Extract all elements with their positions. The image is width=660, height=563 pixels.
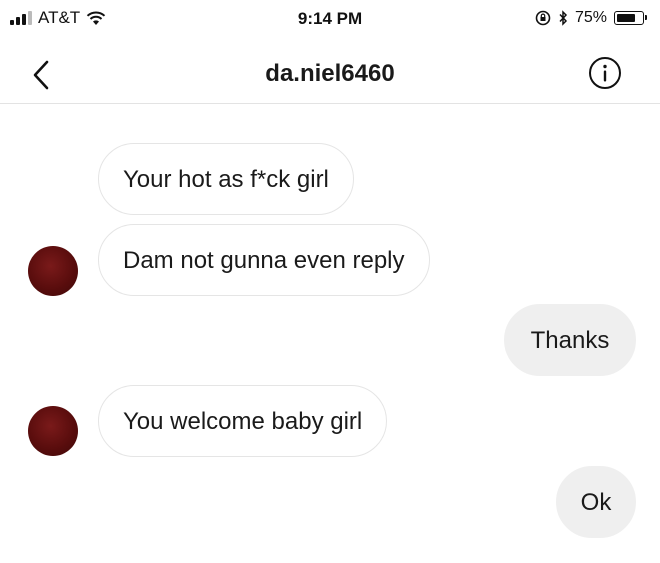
message-bubble-incoming[interactable]: Your hot as f*ck girl bbox=[98, 143, 354, 215]
message-bubble-incoming[interactable]: Dam not gunna even reply bbox=[98, 224, 430, 296]
avatar[interactable] bbox=[28, 406, 78, 456]
dm-conversation-screen: AT&T 9:14 PM 75% da.niel6460 Your hot as… bbox=[0, 0, 660, 563]
bluetooth-icon bbox=[559, 10, 568, 26]
status-right: 75% bbox=[535, 9, 647, 27]
conversation-username[interactable]: da.niel6460 bbox=[0, 60, 660, 88]
battery-icon bbox=[614, 11, 647, 25]
message-bubble-incoming[interactable]: You welcome baby girl bbox=[98, 385, 388, 457]
battery-percent: 75% bbox=[574, 9, 607, 26]
conversation-header: da.niel6460 bbox=[0, 44, 660, 104]
message-text: You welcome baby girl bbox=[123, 408, 363, 435]
message-text: Dam not gunna even reply bbox=[123, 247, 405, 274]
message-text: Thanks bbox=[530, 327, 610, 354]
status-bar: AT&T 9:14 PM 75% bbox=[0, 0, 660, 36]
battery-fill bbox=[617, 14, 635, 22]
message-text: Your hot as f*ck girl bbox=[123, 166, 329, 193]
info-circle-icon[interactable] bbox=[588, 56, 622, 90]
rotation-lock-icon bbox=[535, 10, 551, 26]
message-bubble-outgoing[interactable]: Thanks bbox=[504, 304, 636, 376]
message-text: Ok bbox=[580, 489, 612, 516]
avatar[interactable] bbox=[28, 246, 78, 296]
message-bubble-outgoing[interactable]: Ok bbox=[556, 466, 636, 538]
